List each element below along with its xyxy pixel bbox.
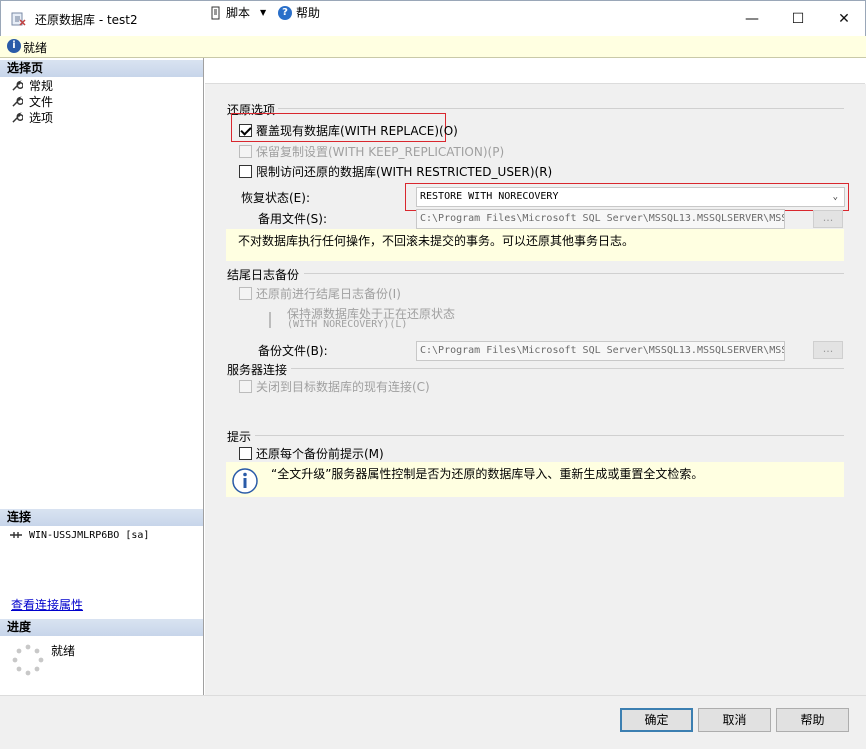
fulltext-info-box: “全文升级”服务器属性控制是否为还原的数据库导入、重新生成或重置全文检索。 xyxy=(226,462,844,497)
minimize-icon: — xyxy=(745,11,759,27)
standby-file-value: C:\Program Files\Microsoft SQL Server\MS… xyxy=(420,213,785,224)
page-item-files[interactable]: 文件 xyxy=(12,93,53,109)
help-button[interactable]: ? 帮助 xyxy=(278,4,320,21)
status-bar: i 就绪 xyxy=(0,36,866,58)
overwrite-label: 覆盖现有数据库(WITH REPLACE)(O) xyxy=(256,123,458,138)
group-divider xyxy=(278,108,844,109)
prompt-title: 提示 xyxy=(227,430,252,444)
help-label: 帮助 xyxy=(296,6,321,20)
script-icon xyxy=(211,6,220,19)
checkbox-box xyxy=(239,286,252,300)
maximize-button[interactable]: ☐ xyxy=(775,1,821,37)
select-page-header: 选择页 xyxy=(0,60,203,77)
standby-file-input[interactable]: C:\Program Files\Microsoft SQL Server\MS… xyxy=(416,209,785,229)
view-connection-properties-link[interactable]: 查看连接属性 xyxy=(11,596,83,613)
maximize-icon: ☐ xyxy=(791,11,805,27)
recovery-state-label: 恢复状态(E): xyxy=(241,191,310,205)
tail-log-title: 结尾日志备份 xyxy=(227,268,300,282)
recovery-description: 不对数据库执行任何操作，不回滚未提交的事务。可以还原其他事务日志。 xyxy=(226,229,844,261)
standby-file-label: 备用文件(S): xyxy=(258,212,328,226)
leave-restoring-sublabel: (WITH NORECOVERY)(L) xyxy=(287,319,408,330)
close-connections-checkbox[interactable]: 关闭到目标数据库的现有连接(C) xyxy=(239,378,430,394)
server-connections-title: 服务器连接 xyxy=(227,363,288,377)
wrench-icon xyxy=(12,79,23,91)
checkbox-box xyxy=(239,123,252,137)
close-button[interactable]: ✕ xyxy=(821,1,866,37)
help-icon: ? xyxy=(278,5,292,20)
page-item-label: 常规 xyxy=(29,78,54,93)
script-label: 脚本 xyxy=(226,6,251,20)
connection-icon xyxy=(10,532,22,538)
page-item-label: 选项 xyxy=(29,110,54,125)
prompt-before-each-label: 还原每个备份前提示(M) xyxy=(256,446,384,461)
take-tail-log-label: 还原前进行结尾日志备份(I) xyxy=(256,286,401,301)
recovery-description-text: 不对数据库执行任何操作，不回滚未提交的事务。可以还原其他事务日志。 xyxy=(238,234,635,248)
minimize-button[interactable]: — xyxy=(729,1,775,37)
cancel-button[interactable]: 取消 xyxy=(698,708,771,732)
recovery-state-value: RESTORE WITH NORECOVERY xyxy=(420,191,559,202)
connection-name: WIN-USSJMLRP6BO [sa] xyxy=(29,529,150,541)
standby-browse-button[interactable]: ... xyxy=(813,210,843,228)
window-title: 还原数据库 - test2 xyxy=(35,13,138,27)
status-text: 就绪 xyxy=(23,41,48,55)
checkbox-box xyxy=(239,144,252,158)
info-icon xyxy=(232,468,258,494)
progress-header: 进度 xyxy=(0,619,203,636)
restrict-access-checkbox[interactable]: 限制访问还原的数据库(WITH RESTRICTED_USER)(R) xyxy=(239,163,552,179)
chevron-down-icon: ⌄ xyxy=(832,192,838,202)
leave-restoring-checkbox[interactable] xyxy=(269,312,271,328)
info-icon: i xyxy=(7,39,21,53)
chevron-down-icon: ▼ xyxy=(260,8,267,17)
recovery-state-select[interactable]: RESTORE WITH NORECOVERY ⌄ xyxy=(416,187,845,207)
script-button[interactable]: 脚本 ▼ xyxy=(210,4,266,21)
checkbox-box xyxy=(269,312,271,328)
toolbar xyxy=(205,58,865,84)
connection-info: WIN-USSJMLRP6BO [sa] xyxy=(9,529,149,541)
restrict-access-label: 限制访问还原的数据库(WITH RESTRICTED_USER)(R) xyxy=(256,164,553,179)
group-divider xyxy=(304,273,844,274)
close-icon: ✕ xyxy=(838,11,850,27)
ok-button[interactable]: 确定 xyxy=(620,708,693,732)
keep-replication-checkbox[interactable]: 保留复制设置(WITH KEEP_REPLICATION)(P) xyxy=(239,143,504,159)
progress-spinner-icon xyxy=(12,644,44,676)
backup-file-value: C:\Program Files\Microsoft SQL Server\MS… xyxy=(420,345,785,356)
connection-header: 连接 xyxy=(0,509,203,526)
page-item-label: 文件 xyxy=(29,94,54,109)
checkbox-box xyxy=(239,446,252,460)
fulltext-info-text: “全文升级”服务器属性控制是否为还原的数据库导入、重新生成或重置全文检索。 xyxy=(271,467,704,481)
group-divider xyxy=(255,435,844,436)
checkbox-box xyxy=(239,379,252,393)
overwrite-checkbox[interactable]: 覆盖现有数据库(WITH REPLACE)(O) xyxy=(239,122,458,138)
backup-file-input[interactable]: C:\Program Files\Microsoft SQL Server\MS… xyxy=(416,341,785,361)
wrench-icon xyxy=(12,111,23,123)
keep-replication-label: 保留复制设置(WITH KEEP_REPLICATION)(P) xyxy=(256,144,505,159)
restore-database-icon xyxy=(11,12,26,26)
wrench-icon xyxy=(12,95,23,107)
progress-status: 就绪 xyxy=(51,644,76,658)
page-item-options[interactable]: 选项 xyxy=(12,109,53,125)
take-tail-log-checkbox[interactable]: 还原前进行结尾日志备份(I) xyxy=(239,285,401,301)
title-bar: 还原数据库 - test2 — ☐ ✕ xyxy=(0,0,866,36)
help-dialog-button[interactable]: 帮助 xyxy=(776,708,849,732)
group-divider xyxy=(291,368,844,369)
page-item-general[interactable]: 常规 xyxy=(12,77,53,93)
backup-file-label: 备份文件(B): xyxy=(258,344,328,358)
close-connections-label: 关闭到目标数据库的现有连接(C) xyxy=(256,379,430,394)
backup-browse-button[interactable]: ... xyxy=(813,341,843,359)
checkbox-box xyxy=(239,164,252,178)
prompt-before-each-checkbox[interactable]: 还原每个备份前提示(M) xyxy=(239,445,384,461)
